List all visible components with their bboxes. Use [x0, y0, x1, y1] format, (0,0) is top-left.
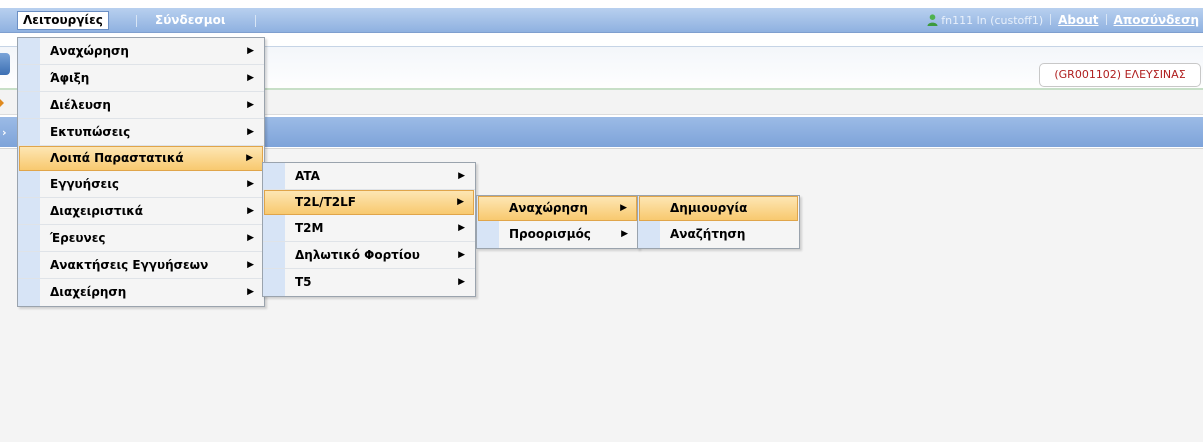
- menu-item-label: Αναζήτηση: [670, 227, 746, 241]
- customs-office-label: (GR001102) ΕΛΕΥΣΙΝΑΣ: [1039, 63, 1201, 87]
- menu-item-label: ATA: [295, 169, 320, 183]
- chevron-right-icon: ›: [2, 126, 7, 139]
- submenu-arrow-icon: ▶: [247, 206, 254, 216]
- menu-item-prints[interactable]: Εκτυπώσεις ▶: [18, 119, 264, 146]
- menu-item-label: Έρευνες: [50, 231, 106, 245]
- menu-item-label: T2L/T2LF: [295, 195, 356, 209]
- menu-item-guarantee-recoveries[interactable]: Ανακτήσεις Εγγυήσεων ▶: [18, 252, 264, 279]
- menu-item-management[interactable]: Διαχείρηση ▶: [18, 279, 264, 306]
- submenu-arrow-icon: ▶: [458, 171, 465, 181]
- departure-submenu: Δημιουργία Αναζήτηση: [637, 195, 800, 249]
- user-icon: [927, 14, 938, 26]
- menu-item-departure[interactable]: Αναχώρηση ▶: [18, 38, 264, 65]
- submenu-arrow-icon: ▶: [457, 197, 464, 207]
- breadcrumb-arrow-icon: [0, 99, 4, 107]
- menu-links[interactable]: Σύνδεσμοι: [150, 12, 231, 29]
- menu-item-t5[interactable]: T5 ▶: [263, 269, 475, 296]
- other-documents-submenu: ATA ▶ T2L/T2LF ▶ T2M ▶ Δηλωτικό Φορτίου ▶ T5…: [262, 162, 476, 297]
- menu-functions[interactable]: Λειτουργίες: [17, 11, 109, 30]
- menu-item-arrival[interactable]: Άφιξη ▶: [18, 65, 264, 92]
- about-link[interactable]: About: [1058, 13, 1098, 27]
- menu-item-other-documents[interactable]: Λοιπά Παραστατικά ▶: [19, 146, 263, 171]
- menu-item-label: Διαχειριστικά: [50, 204, 144, 218]
- t2l-submenu: Αναχώρηση ▶ Προορισμός ▶: [476, 195, 639, 249]
- menu-item-transit[interactable]: Διέλευση ▶: [18, 92, 264, 119]
- menu-item-t2l-departure[interactable]: Αναχώρηση ▶: [478, 196, 637, 221]
- menu-item-cargo-manifest[interactable]: Δηλωτικό Φορτίου ▶: [263, 242, 475, 269]
- logout-link[interactable]: Αποσύνδεση: [1114, 13, 1199, 27]
- submenu-arrow-icon: ▶: [458, 250, 465, 260]
- submenu-arrow-icon: ▶: [247, 73, 254, 83]
- submenu-arrow-icon: ▶: [247, 100, 254, 110]
- submenu-arrow-icon: ▶: [247, 179, 254, 189]
- menu-item-administration[interactable]: Διαχειριστικά ▶: [18, 198, 264, 225]
- menu-item-label: Αναχώρηση: [509, 201, 588, 215]
- menu-item-label: Λοιπά Παραστατικά: [50, 151, 184, 165]
- menubar-separator: [136, 15, 137, 27]
- submenu-arrow-icon: ▶: [621, 229, 628, 239]
- menu-item-t2l-destination[interactable]: Προορισμός ▶: [477, 221, 638, 248]
- submenu-arrow-icon: ▶: [246, 153, 253, 163]
- user-area: fn111 ln (custoff1) About Αποσύνδεση: [927, 12, 1199, 29]
- menu-item-label: Άφιξη: [50, 71, 90, 85]
- menu-item-label: Διέλευση: [50, 98, 111, 112]
- submenu-arrow-icon: ▶: [458, 277, 465, 287]
- menubar-separator: [255, 15, 256, 27]
- menu-item-label: Αναχώρηση: [50, 44, 129, 58]
- menu-item-search[interactable]: Αναζήτηση: [638, 221, 799, 248]
- submenu-arrow-icon: ▶: [247, 260, 254, 270]
- menu-item-label: Εγγυήσεις: [50, 177, 120, 191]
- menu-item-label: Δηλωτικό Φορτίου: [295, 248, 420, 262]
- menu-item-label: T5: [295, 275, 312, 289]
- menu-item-guarantees[interactable]: Εγγυήσεις ▶: [18, 171, 264, 198]
- menu-item-label: Προορισμός: [509, 227, 591, 241]
- menu-item-label: Δημιουργία: [670, 201, 748, 215]
- submenu-arrow-icon: ▶: [247, 233, 254, 243]
- toolbar-separator: [1050, 14, 1052, 25]
- submenu-arrow-icon: ▶: [620, 203, 627, 213]
- menu-item-label: Διαχείρηση: [50, 285, 127, 299]
- functions-dropdown: Αναχώρηση ▶ Άφιξη ▶ Διέλευση ▶ Εκτυπώσεις ▶ …: [17, 37, 265, 307]
- menu-item-create[interactable]: Δημιουργία: [639, 196, 798, 221]
- menu-item-label: Ανακτήσεις Εγγυήσεων: [50, 258, 209, 272]
- menu-item-ata[interactable]: ATA ▶: [263, 163, 475, 190]
- submenu-arrow-icon: ▶: [247, 46, 254, 56]
- menu-item-t2m[interactable]: T2M ▶: [263, 215, 475, 242]
- menu-item-label: T2M: [295, 221, 324, 235]
- submenu-arrow-icon: ▶: [458, 223, 465, 233]
- submenu-arrow-icon: ▶: [247, 127, 254, 137]
- top-menubar: Λειτουργίες Σύνδεσμοι fn111 ln (custoff1…: [0, 8, 1203, 33]
- menu-item-label: Εκτυπώσεις: [50, 125, 131, 139]
- toolbar-separator: [1105, 14, 1107, 25]
- user-name: fn111 ln (custoff1): [941, 14, 1044, 27]
- menu-item-t2l[interactable]: T2L/T2LF ▶: [264, 190, 474, 215]
- menu-item-enquiries[interactable]: Έρευνες ▶: [18, 225, 264, 252]
- submenu-arrow-icon: ▶: [247, 287, 254, 297]
- app-logo: [0, 53, 10, 75]
